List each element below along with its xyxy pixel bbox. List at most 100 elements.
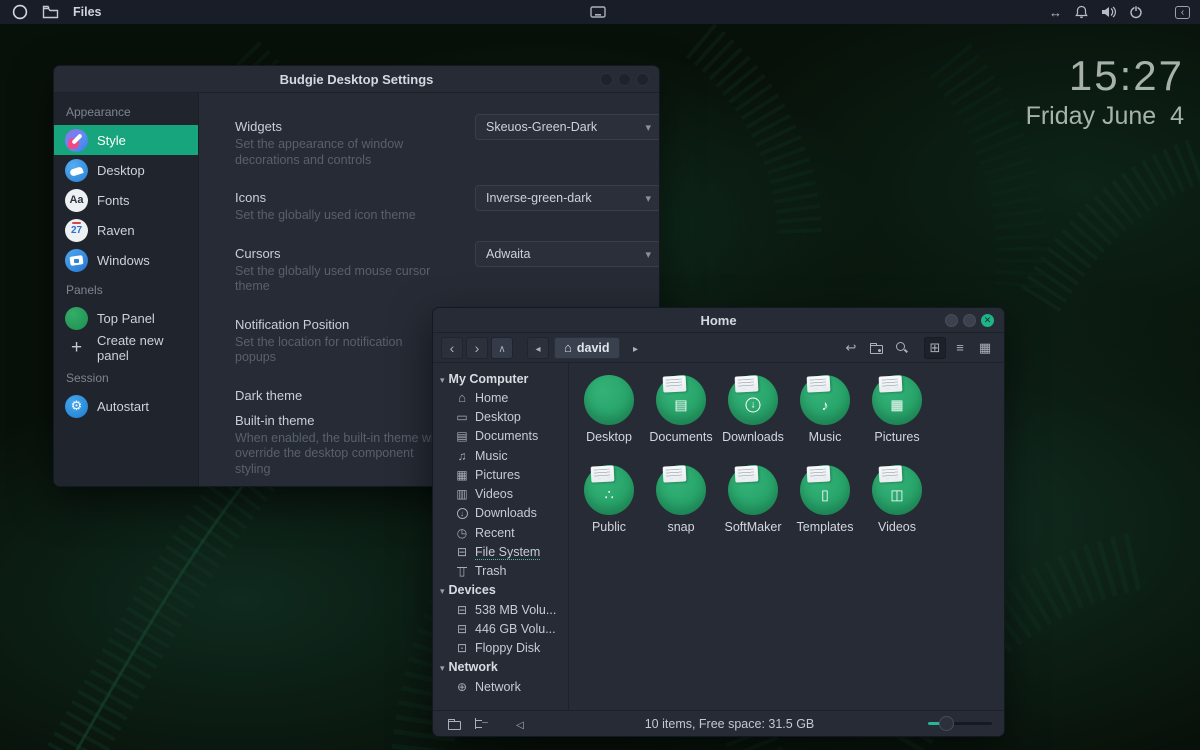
files-app-icon[interactable] bbox=[42, 5, 59, 19]
zoom-slider[interactable] bbox=[928, 716, 992, 731]
slider-handle[interactable] bbox=[939, 716, 954, 731]
globe-icon bbox=[455, 680, 469, 694]
setting-desc: When enabled, the built-in theme will ov… bbox=[235, 431, 443, 478]
sidebar-group-network[interactable]: Network bbox=[433, 658, 568, 677]
chevron-down-icon bbox=[645, 118, 651, 136]
sidebar-item-create-panel[interactable]: Create new panel bbox=[54, 333, 198, 363]
sidebar-item-music[interactable]: Music bbox=[433, 446, 568, 465]
window-preview-icon[interactable] bbox=[590, 6, 606, 19]
sidebar-item-desktop[interactable]: Desktop bbox=[54, 155, 198, 185]
active-app-label[interactable]: Files bbox=[73, 5, 102, 19]
maximize-button[interactable] bbox=[963, 314, 976, 327]
file-item-public[interactable]: Public bbox=[573, 461, 645, 551]
sidebar-item-floppy[interactable]: Floppy Disk bbox=[433, 639, 568, 658]
network-icon[interactable]: ↔ bbox=[1049, 5, 1062, 20]
icon-view-button[interactable] bbox=[924, 337, 946, 359]
cursor-theme-dropdown[interactable]: Adwaita bbox=[475, 241, 660, 267]
back-button[interactable] bbox=[441, 337, 463, 359]
dropdown-value: Adwaita bbox=[486, 247, 645, 261]
compact-view-button[interactable] bbox=[974, 337, 996, 359]
chevron-down-icon[interactable] bbox=[440, 658, 445, 676]
sidebar-item-label: Raven bbox=[97, 223, 135, 238]
power-icon[interactable] bbox=[1129, 5, 1143, 19]
sidebar-item-pictures[interactable]: Pictures bbox=[433, 465, 568, 484]
file-item-music[interactable]: Music bbox=[789, 371, 861, 461]
fonts-icon: Aa bbox=[65, 189, 88, 212]
close-button[interactable] bbox=[981, 314, 994, 327]
drive-icon bbox=[455, 622, 469, 636]
sidebar-item-recent[interactable]: Recent bbox=[433, 523, 568, 542]
folder-videos-icon bbox=[872, 465, 922, 515]
files-titlebar[interactable]: Home bbox=[433, 308, 1004, 333]
floppy-icon bbox=[455, 641, 469, 655]
section-panels: Panels bbox=[54, 275, 198, 303]
file-item-videos[interactable]: Videos bbox=[861, 461, 933, 551]
sidebar-item-autostart[interactable]: Autostart bbox=[54, 391, 198, 421]
widgets-theme-dropdown[interactable]: Skeuos-Green-Dark bbox=[475, 114, 660, 140]
minimize-button[interactable] bbox=[600, 73, 613, 86]
show-places-button[interactable] bbox=[443, 713, 465, 735]
hide-sidebar-button[interactable] bbox=[509, 713, 531, 735]
file-label: Videos bbox=[878, 520, 916, 534]
sidebar-item-trash[interactable]: Trash bbox=[433, 562, 568, 581]
maximize-button[interactable] bbox=[618, 73, 631, 86]
file-item-documents[interactable]: Documents bbox=[645, 371, 717, 461]
sidebar-item-style[interactable]: Style bbox=[54, 125, 198, 155]
sidebar-item-volume-446gb[interactable]: 446 GB Volu... bbox=[433, 619, 568, 638]
folder-music-icon bbox=[800, 375, 850, 425]
sidebar-item-windows[interactable]: Windows bbox=[54, 245, 198, 275]
sidebar-item-raven[interactable]: 27 Raven bbox=[54, 215, 198, 245]
chevron-down-icon[interactable] bbox=[440, 370, 445, 388]
open-terminal-button[interactable] bbox=[865, 337, 887, 359]
file-item-softmaker[interactable]: SoftMaker bbox=[717, 461, 789, 551]
sidebar-group-devices[interactable]: Devices bbox=[433, 581, 568, 600]
up-button[interactable] bbox=[491, 337, 513, 359]
chevron-down-icon[interactable] bbox=[440, 581, 445, 599]
dropdown-value: Skeuos-Green-Dark bbox=[486, 120, 645, 134]
sidebar-item-documents[interactable]: Documents bbox=[433, 427, 568, 446]
file-item-downloads[interactable]: Downloads bbox=[717, 371, 789, 461]
show-treeview-button[interactable] bbox=[469, 713, 491, 735]
sidebar-item-file-system[interactable]: File System bbox=[433, 542, 568, 561]
sidebar-item-label: Documents bbox=[475, 429, 538, 443]
list-view-button[interactable] bbox=[949, 337, 971, 359]
sidebar-item-network[interactable]: Network bbox=[433, 677, 568, 696]
budgie-menu-icon[interactable] bbox=[12, 4, 28, 20]
toggle-location-entry-button[interactable] bbox=[840, 337, 862, 359]
file-item-snap[interactable]: snap bbox=[645, 461, 717, 551]
sidebar-group-my-computer[interactable]: My Computer bbox=[433, 369, 568, 388]
settings-titlebar[interactable]: Budgie Desktop Settings bbox=[54, 66, 659, 93]
sidebar-item-videos[interactable]: Videos bbox=[433, 484, 568, 503]
file-label: snap bbox=[667, 520, 694, 534]
setting-desc: Set the appearance of window decorations… bbox=[235, 137, 443, 168]
search-button[interactable] bbox=[890, 337, 912, 359]
breadcrumb-scroll-right-button[interactable] bbox=[625, 337, 647, 359]
close-button[interactable] bbox=[636, 73, 649, 86]
sidebar-item-downloads[interactable]: Downloads bbox=[433, 504, 568, 523]
desktop: 15:27 Friday June 4 Budgie Desktop Setti… bbox=[0, 0, 1200, 750]
file-label: Desktop bbox=[586, 430, 632, 444]
breadcrumb-scroll-left-button[interactable] bbox=[527, 337, 549, 359]
forward-button[interactable] bbox=[466, 337, 488, 359]
desktop-icon bbox=[455, 410, 469, 424]
minimize-button[interactable] bbox=[945, 314, 958, 327]
sidebar-item-desktop[interactable]: Desktop bbox=[433, 407, 568, 426]
sidebar-item-top-panel[interactable]: Top Panel bbox=[54, 303, 198, 333]
hide-panel-icon[interactable] bbox=[1175, 6, 1190, 19]
file-item-pictures[interactable]: Pictures bbox=[861, 371, 933, 461]
file-item-templates[interactable]: Templates bbox=[789, 461, 861, 551]
sidebar-item-home[interactable]: Home bbox=[433, 388, 568, 407]
triangle-right-icon bbox=[633, 341, 638, 355]
file-item-desktop[interactable]: Desktop bbox=[573, 371, 645, 461]
notifications-bell-icon[interactable] bbox=[1075, 5, 1088, 19]
folder-action-icon bbox=[870, 345, 883, 354]
folder-downloads-icon bbox=[728, 375, 778, 425]
sidebar-item-label: Network bbox=[475, 680, 521, 694]
icon-theme-dropdown[interactable]: Inverse-green-dark bbox=[475, 185, 660, 211]
plus-icon bbox=[65, 337, 88, 360]
sidebar-item-volume-538mb[interactable]: 538 MB Volu... bbox=[433, 600, 568, 619]
volume-icon[interactable] bbox=[1101, 6, 1116, 18]
sidebar-item-fonts[interactable]: Aa Fonts bbox=[54, 185, 198, 215]
sidebar-item-label: Home bbox=[475, 391, 508, 405]
breadcrumb-home-button[interactable]: david bbox=[554, 337, 620, 359]
